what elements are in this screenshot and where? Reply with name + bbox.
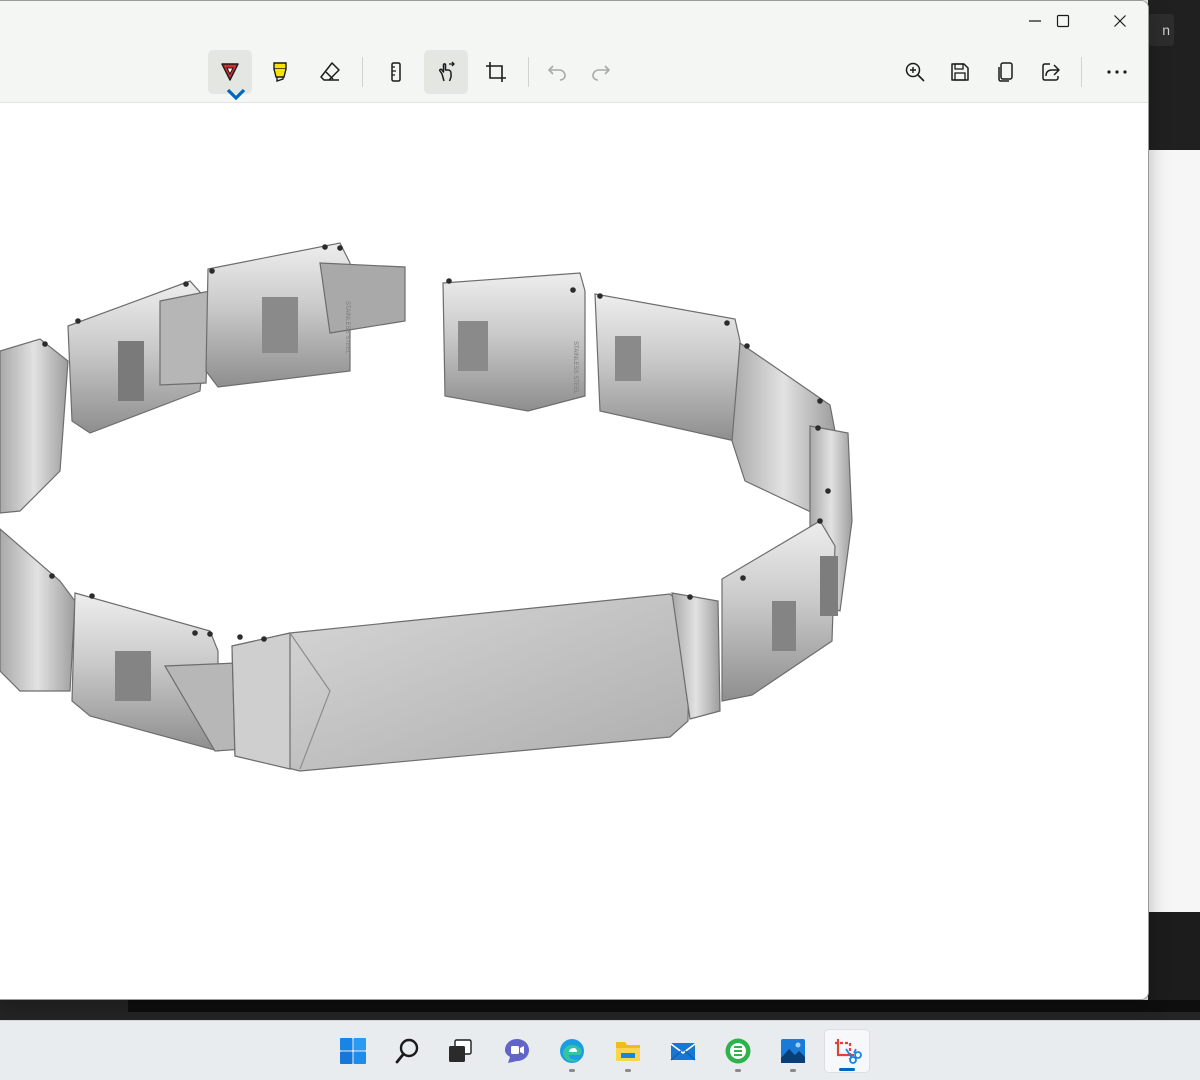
- eraser-icon: [320, 62, 340, 81]
- running-indicator: [569, 1069, 575, 1072]
- screenshot-canvas[interactable]: STAINLESS STEEL STAINLESS STEEL: [0, 103, 1148, 999]
- search-icon: [395, 1038, 419, 1064]
- snipping-tool-window: STAINLESS STEEL STAINLESS STEEL: [0, 0, 1149, 1000]
- more-options-button[interactable]: [1095, 50, 1139, 94]
- close-icon: [1114, 15, 1126, 27]
- undo-button[interactable]: [535, 50, 579, 94]
- engraving-text-left: STAINLESS STEEL: [344, 301, 350, 355]
- highlighter-icon: [273, 62, 287, 82]
- background-window-button[interactable]: n: [1148, 14, 1174, 46]
- mail-icon: [670, 1043, 696, 1061]
- ballpoint-pen-icon: [221, 63, 239, 81]
- running-indicator: [625, 1069, 631, 1072]
- snipping-tool-icon: [835, 1039, 862, 1064]
- taskbar-mail[interactable]: [660, 1029, 706, 1073]
- edge-icon: [560, 1039, 584, 1063]
- taskbar-photos[interactable]: [770, 1029, 816, 1073]
- background-window-top: n: [1148, 0, 1200, 150]
- maximize-icon: [1056, 14, 1070, 28]
- background-window-strip: [0, 1000, 1200, 1020]
- redo-icon: [592, 65, 610, 81]
- redo-button[interactable]: [579, 50, 623, 94]
- zoom-button[interactable]: [893, 50, 937, 94]
- green-app-icon: [725, 1038, 751, 1064]
- running-indicator: [735, 1069, 741, 1072]
- task-view-icon: [449, 1039, 472, 1062]
- background-window-middle: [1148, 150, 1200, 912]
- save-icon: [951, 63, 969, 81]
- taskbar-edge[interactable]: [549, 1029, 595, 1073]
- copy-button[interactable]: [984, 50, 1028, 94]
- eraser-tool[interactable]: [308, 50, 352, 94]
- taskbar-file-explorer[interactable]: [605, 1029, 651, 1073]
- chat-icon: [505, 1039, 529, 1063]
- save-button[interactable]: [938, 50, 982, 94]
- taskbar-chat[interactable]: [494, 1029, 540, 1073]
- taskbar-task-view[interactable]: [437, 1029, 483, 1073]
- crop-icon: [486, 62, 506, 82]
- folder-icon: [616, 1042, 640, 1061]
- engraving-text-right: STAINLESS STEEL: [572, 341, 578, 395]
- taskbar-snipping-tool[interactable]: [824, 1029, 870, 1073]
- more-icon: [1107, 70, 1127, 74]
- crop-tool[interactable]: [474, 50, 518, 94]
- share-button[interactable]: [1029, 50, 1073, 94]
- taskbar-green-app[interactable]: [715, 1029, 761, 1073]
- ballpoint-pen-tool[interactable]: [208, 50, 252, 101]
- stainless-steel-link-bracelet-image: STAINLESS STEEL STAINLESS STEEL: [0, 242, 853, 772]
- taskbar: [0, 1020, 1200, 1080]
- title-bar: [0, 1, 1148, 103]
- ruler-tool[interactable]: [374, 50, 418, 94]
- taskbar-start[interactable]: [330, 1029, 376, 1073]
- running-indicator: [790, 1069, 796, 1072]
- active-indicator: [839, 1068, 855, 1071]
- windows-logo-icon: [340, 1038, 366, 1064]
- maximize-button[interactable]: [1035, 3, 1091, 39]
- highlighter-tool[interactable]: [258, 50, 302, 94]
- zoom-in-icon: [905, 62, 925, 82]
- touch-writing-icon: [439, 61, 455, 82]
- taskbar-search[interactable]: [385, 1029, 431, 1073]
- undo-icon: [548, 65, 566, 81]
- copy-icon: [998, 62, 1013, 82]
- photos-icon: [781, 1039, 805, 1063]
- share-icon: [1042, 63, 1060, 81]
- close-button[interactable]: [1092, 3, 1148, 39]
- ruler-icon: [391, 62, 401, 82]
- touch-writing-tool[interactable]: [424, 50, 468, 94]
